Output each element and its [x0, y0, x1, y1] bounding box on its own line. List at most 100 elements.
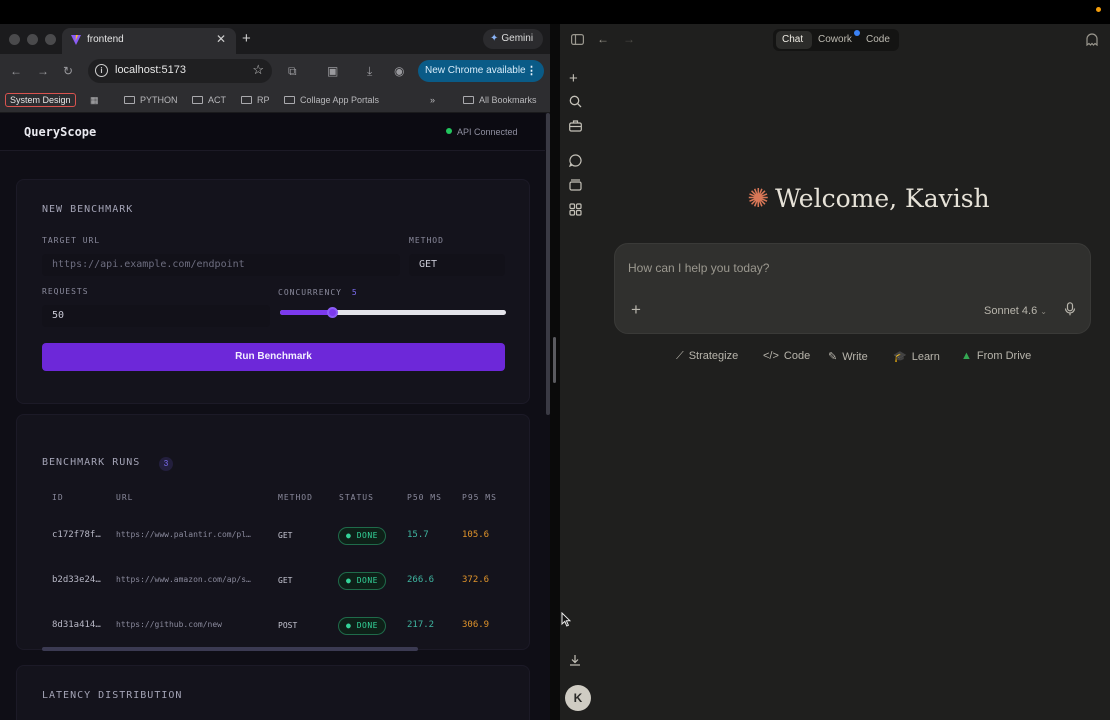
folder-icon — [241, 96, 252, 104]
search-icon[interactable] — [569, 95, 582, 108]
bookmark-folder-rp[interactable]: RP — [241, 95, 270, 105]
ghost-icon[interactable] — [1085, 33, 1099, 46]
column-header-p95: P95 MS — [462, 493, 497, 502]
vite-favicon-icon — [70, 34, 82, 46]
column-header-method: METHOD — [278, 493, 313, 502]
status-text: DONE — [356, 531, 378, 540]
extensions-icon[interactable]: ⧉ — [288, 64, 297, 79]
attach-plus-icon[interactable]: + — [631, 300, 641, 320]
chat-input-placeholder: How can I help you today? — [628, 261, 770, 275]
back-arrow-icon[interactable]: ← — [10, 64, 22, 78]
microphone-icon[interactable] — [1064, 302, 1076, 316]
concurrency-label: CONCURRENCY 5 — [278, 288, 358, 297]
chat-input-box[interactable]: How can I help you today? + Sonnet 4.6 ⌄ — [614, 243, 1091, 334]
avatar[interactable]: K — [565, 685, 591, 711]
browser-window: frontend ✕ + ✦ Gemini ← → ↻ i localhost:5… — [0, 24, 550, 720]
new-chat-icon[interactable]: + — [569, 70, 578, 87]
bookmark-star-icon[interactable]: ☆ — [252, 62, 264, 78]
address-bar[interactable]: i localhost:5173 ☆ — [88, 59, 272, 83]
close-tab-icon[interactable]: ✕ — [216, 32, 226, 46]
new-benchmark-card: NEW BENCHMARK TARGET URL https://api.exa… — [16, 179, 530, 404]
chip-code[interactable]: </> Code — [763, 350, 810, 362]
bookmark-folder-collage[interactable]: Collage App Portals — [284, 95, 379, 105]
chip-from-drive[interactable]: ▲ From Drive — [961, 350, 1031, 362]
requests-label: REQUESTS — [42, 287, 89, 296]
chevron-down-icon: ⌄ — [1040, 307, 1047, 316]
bookmark-folder-act[interactable]: ACT — [192, 95, 226, 105]
back-arrow-icon[interactable]: ← — [597, 32, 609, 46]
slider-thumb[interactable] — [326, 307, 338, 318]
welcome-text: Welcome, Kavish — [775, 184, 990, 213]
status-badge: ● DONE — [338, 572, 386, 590]
split-divider[interactable] — [550, 24, 560, 720]
column-header-id: ID — [52, 493, 64, 502]
folder-icon — [284, 96, 295, 104]
browser-tab-frontend[interactable]: frontend ✕ — [62, 28, 236, 54]
runs-count-badge: 3 — [159, 457, 173, 471]
requests-input[interactable]: 50 — [42, 305, 270, 327]
forward-arrow-icon[interactable]: → — [623, 32, 635, 46]
code-brackets-icon: </> — [763, 350, 779, 362]
chip-write[interactable]: ✎ Write — [828, 350, 868, 363]
chip-label: Write — [842, 351, 868, 363]
new-tab-button[interactable]: + — [242, 30, 251, 47]
folder-icon — [192, 96, 203, 104]
tab-chat[interactable]: Chat — [782, 34, 803, 45]
chip-learn[interactable]: 🎓 Learn — [893, 350, 940, 363]
status-dot-icon — [446, 128, 452, 134]
graduation-cap-icon: 🎓 — [893, 351, 907, 363]
all-bookmarks-button[interactable]: All Bookmarks — [463, 95, 537, 105]
run-p50: 217.2 — [407, 620, 435, 630]
run-p95: 306.9 — [462, 620, 490, 630]
run-method: GET — [278, 531, 293, 540]
window-minimize-button[interactable] — [27, 34, 38, 45]
sidebar-toggle-icon[interactable] — [571, 34, 584, 45]
site-info-icon[interactable]: i — [95, 64, 108, 77]
table-horizontal-scrollbar[interactable] — [42, 647, 418, 651]
claude-window: ← → Chat Cowork Code + ✺ Welcome, Kavish … — [560, 24, 1110, 720]
gemini-button[interactable]: ✦ Gemini — [483, 29, 543, 49]
chip-label: From Drive — [976, 350, 1032, 362]
folder-icon — [463, 96, 474, 104]
tab-cowork[interactable]: Cowork — [818, 34, 852, 45]
run-benchmark-button[interactable]: Run Benchmark — [42, 343, 505, 371]
bookmark-system-design[interactable]: System Design — [5, 93, 76, 107]
download-icon[interactable]: ⤓ — [367, 64, 372, 79]
briefcase-icon[interactable] — [569, 120, 582, 132]
chip-strategize[interactable]: ⟋ Strategize — [676, 350, 738, 363]
app-header: QueryScope API Connected — [0, 113, 545, 151]
reload-icon[interactable]: ↻ — [63, 64, 73, 78]
status-text: DONE — [356, 576, 378, 585]
sidepanel-icon[interactable]: ▣ — [327, 64, 338, 78]
tab-code[interactable]: Code — [866, 34, 890, 45]
bookmark-folder-python[interactable]: PYTHON — [124, 95, 178, 105]
concurrency-slider[interactable] — [280, 307, 506, 318]
profile-icon[interactable]: ◉ — [394, 64, 404, 78]
bookmark-label: ACT — [208, 95, 226, 105]
benchmark-runs-card: BENCHMARK RUNS 3 ID URL METHOD STATUS P5… — [16, 414, 530, 651]
target-url-input[interactable]: https://api.example.com/endpoint — [42, 254, 400, 276]
window-zoom-button[interactable] — [45, 34, 56, 45]
status-text: DONE — [356, 621, 378, 630]
update-chrome-pill[interactable]: New Chrome available ⋮ — [418, 60, 544, 82]
claude-spark-icon: ✺ — [747, 184, 770, 214]
run-method: GET — [278, 576, 293, 585]
address-url: localhost:5173 — [115, 64, 186, 76]
bookmark-label: Collage App Portals — [300, 95, 380, 105]
method-select[interactable]: GET — [409, 254, 505, 276]
web-page: QueryScope API Connected NEW BENCHMARK T… — [0, 113, 550, 720]
bookmark-label: All Bookmarks — [479, 95, 537, 105]
window-close-button[interactable] — [9, 34, 20, 45]
forward-arrow-icon[interactable]: → — [37, 64, 49, 78]
pencil-icon: ✎ — [828, 351, 838, 363]
latency-distribution-title: LATENCY DISTRIBUTION — [42, 690, 183, 701]
more-menu-icon[interactable]: ⋮ — [526, 64, 537, 77]
split-grip[interactable] — [553, 337, 556, 383]
run-method: POST — [278, 621, 298, 630]
bookmarks-overflow-button[interactable]: » — [430, 95, 435, 105]
download-icon[interactable] — [569, 654, 581, 666]
chats-icon[interactable] — [569, 154, 582, 167]
apps-grid-icon[interactable]: ▦ — [90, 95, 99, 106]
column-header-p50: P50 MS — [407, 493, 442, 502]
model-selector[interactable]: Sonnet 4.6 ⌄ — [984, 305, 1047, 317]
